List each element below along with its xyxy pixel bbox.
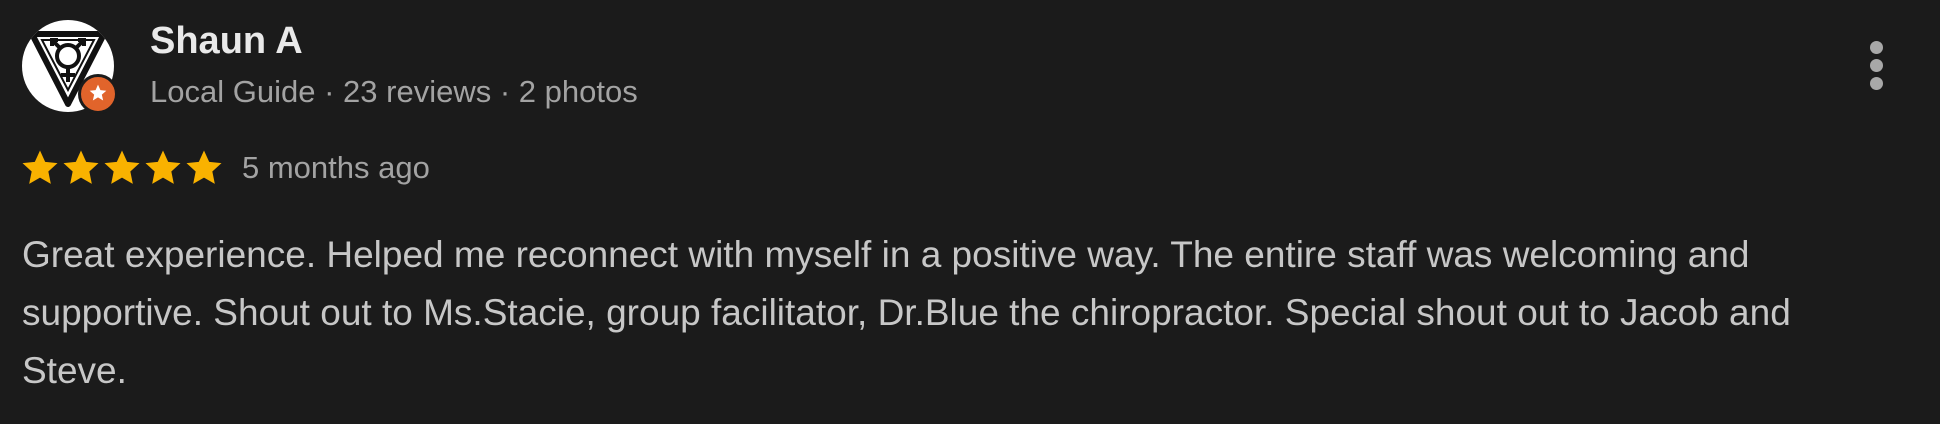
meta-separator: · (324, 74, 335, 109)
local-guide-star-icon (89, 84, 107, 101)
author-level: Local Guide (150, 74, 316, 109)
meta-separator: · (499, 74, 511, 109)
local-guide-badge (78, 74, 118, 114)
more-options-button[interactable] (1862, 36, 1890, 96)
author-name[interactable]: Shaun A (150, 20, 303, 63)
more-vert-icon-dot (1870, 41, 1883, 54)
more-vert-icon-dot (1870, 77, 1883, 90)
review-date: 5 months ago (242, 150, 430, 185)
star-icon (63, 150, 99, 184)
more-vert-icon-dot (1870, 59, 1883, 72)
author-avatar[interactable] (22, 20, 118, 114)
star-rating (20, 146, 224, 190)
author-photo-count: 2 photos (518, 74, 638, 109)
review-card: Shaun A Local Guide · 23 reviews · 2 pho… (0, 0, 1940, 424)
author-review-count: 23 reviews (343, 74, 492, 109)
star-icon (145, 150, 181, 184)
star-icon (22, 150, 58, 184)
star-icon (186, 150, 222, 184)
star-icon (104, 150, 140, 184)
author-meta: Local Guide · 23 reviews · 2 photos (150, 74, 638, 110)
review-text: Great experience. Helped me reconnect wi… (22, 234, 1791, 391)
